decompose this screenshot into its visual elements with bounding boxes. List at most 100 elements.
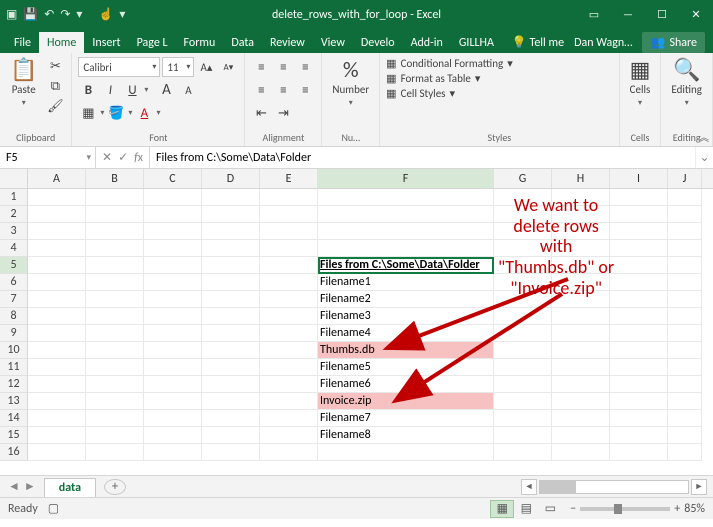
cell[interactable] (260, 223, 318, 240)
sheet-next-icon[interactable]: ► (24, 479, 36, 494)
cell[interactable] (260, 393, 318, 410)
add-sheet-icon[interactable]: + (104, 479, 126, 495)
scroll-thumb[interactable] (540, 481, 576, 493)
zoom-out-icon[interactable]: − (570, 502, 576, 516)
cell[interactable] (318, 189, 494, 206)
cell[interactable] (552, 308, 610, 325)
cell[interactable] (202, 189, 260, 206)
border-icon[interactable]: ▦ (78, 103, 98, 123)
cell[interactable] (494, 274, 552, 291)
cells-button[interactable]: ▦ Cells ▾ (626, 57, 655, 110)
cell[interactable] (610, 274, 668, 291)
cell-styles-button[interactable]: ▦Cell Styles ▾ (386, 87, 455, 100)
ribbon-collapse-icon[interactable]: ︽ (699, 129, 709, 144)
cell[interactable]: Filename5 (318, 359, 494, 376)
cell[interactable] (86, 189, 144, 206)
cell[interactable] (144, 427, 202, 444)
cell[interactable] (260, 325, 318, 342)
cell[interactable] (318, 206, 494, 223)
scroll-track[interactable] (539, 480, 689, 494)
cell[interactable] (668, 359, 702, 376)
tab-home[interactable]: Home (39, 32, 84, 53)
cell[interactable] (202, 325, 260, 342)
cell[interactable] (610, 325, 668, 342)
view-normal-icon[interactable]: ▦ (490, 500, 514, 518)
cell[interactable] (494, 223, 552, 240)
cell[interactable] (610, 444, 668, 461)
tab-developer[interactable]: Develo (353, 32, 403, 53)
tab-view[interactable]: View (313, 32, 353, 53)
cell[interactable] (202, 206, 260, 223)
cell[interactable] (28, 291, 86, 308)
cell[interactable] (668, 444, 702, 461)
cell[interactable] (86, 223, 144, 240)
cell[interactable] (494, 359, 552, 376)
cell[interactable] (144, 240, 202, 257)
formula-bar[interactable]: Files from C:\Some\Data\Folder (150, 147, 695, 168)
cell[interactable] (28, 223, 86, 240)
cell[interactable] (610, 257, 668, 274)
worksheet-grid[interactable]: A B C D E F G H I J 12345Files from C:\S… (0, 169, 713, 475)
cell[interactable] (28, 257, 86, 274)
cell[interactable] (86, 342, 144, 359)
cell[interactable] (668, 206, 702, 223)
cell[interactable] (144, 393, 202, 410)
cell[interactable] (202, 308, 260, 325)
cell[interactable] (494, 291, 552, 308)
zoom-level[interactable]: 85% (684, 502, 705, 516)
macro-record-icon[interactable]: ▢ (48, 501, 59, 516)
col-header[interactable]: I (610, 169, 668, 188)
cell[interactable]: Filename4 (318, 325, 494, 342)
cell[interactable] (28, 325, 86, 342)
cell[interactable] (494, 393, 552, 410)
font-color-a-icon[interactable]: A (156, 80, 176, 100)
row-header[interactable]: 5 (0, 257, 28, 274)
tab-review[interactable]: Review (262, 32, 313, 53)
cell[interactable] (668, 257, 702, 274)
tab-data[interactable]: Data (223, 32, 262, 53)
tab-file[interactable]: File (6, 32, 39, 53)
cell[interactable] (260, 427, 318, 444)
cell[interactable] (86, 308, 144, 325)
row-header[interactable]: 14 (0, 410, 28, 427)
italic-icon[interactable]: I (100, 80, 120, 100)
cell[interactable] (28, 206, 86, 223)
cell[interactable] (668, 393, 702, 410)
cell[interactable] (494, 427, 552, 444)
view-page-layout-icon[interactable]: ▤ (514, 500, 538, 518)
cell[interactable] (494, 189, 552, 206)
cell[interactable] (144, 342, 202, 359)
row-header[interactable]: 3 (0, 223, 28, 240)
cell[interactable] (202, 444, 260, 461)
cell[interactable] (552, 359, 610, 376)
cell[interactable] (552, 274, 610, 291)
cell[interactable] (552, 410, 610, 427)
col-header[interactable]: H (552, 169, 610, 188)
ribbon-options-icon[interactable]: ▭ (577, 0, 611, 29)
cell[interactable] (260, 359, 318, 376)
cell[interactable] (552, 427, 610, 444)
font-family-select[interactable]: Calibri (78, 57, 160, 77)
format-painter-icon[interactable]: 🖌 (45, 97, 65, 115)
cell[interactable] (260, 376, 318, 393)
cell[interactable] (668, 427, 702, 444)
grow-font-icon[interactable]: A▴ (196, 57, 216, 77)
cell[interactable] (668, 308, 702, 325)
cell[interactable] (494, 240, 552, 257)
cell[interactable]: Filename1 (318, 274, 494, 291)
cell[interactable] (494, 206, 552, 223)
cell[interactable] (144, 291, 202, 308)
shrink-font-icon[interactable]: A▾ (218, 57, 238, 77)
cell[interactable] (260, 240, 318, 257)
sheet-tab-data[interactable]: data (44, 478, 96, 497)
cell[interactable] (610, 410, 668, 427)
cell[interactable] (610, 393, 668, 410)
cell[interactable] (144, 274, 202, 291)
cell[interactable] (202, 257, 260, 274)
copy-icon[interactable]: ⧉ (45, 77, 65, 95)
tab-page-layout[interactable]: Page L (129, 32, 176, 53)
cell[interactable] (144, 308, 202, 325)
cell[interactable] (552, 376, 610, 393)
font-size-select[interactable]: 11 (162, 57, 194, 77)
cell[interactable] (610, 427, 668, 444)
